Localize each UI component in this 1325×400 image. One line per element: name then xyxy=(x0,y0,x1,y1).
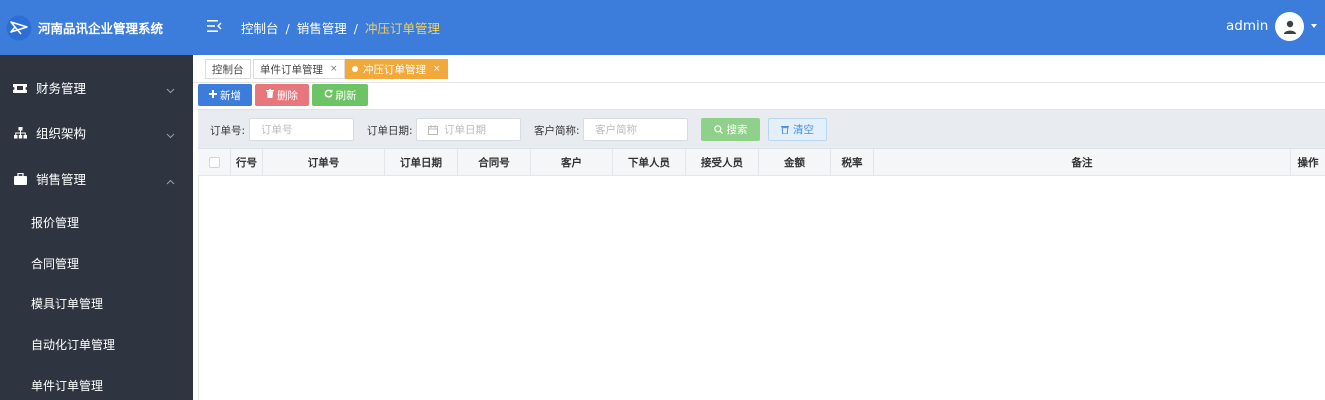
tab-label: 冲压订单管理 xyxy=(363,63,426,76)
caret-down-icon[interactable] xyxy=(1311,24,1317,28)
customer-label: 客户简称: xyxy=(534,125,580,137)
breadcrumb-separator: / xyxy=(353,21,358,36)
tab-dashboard[interactable]: 控制台 xyxy=(205,59,251,79)
tab-label: 单件订单管理 xyxy=(260,63,323,76)
chevron-down-icon xyxy=(166,82,175,97)
sidebar-subitem-single-order[interactable]: 单件订单管理 xyxy=(0,365,193,400)
refresh-icon xyxy=(324,89,333,101)
sidebar-item-sales[interactable]: 销售管理 xyxy=(0,156,193,201)
trash-icon xyxy=(781,125,789,134)
tabs-bar: 控制台 单件订单管理 × 冲压订单管理 × xyxy=(193,55,1325,83)
clear-button-label: 清空 xyxy=(793,124,814,136)
close-icon[interactable]: × xyxy=(433,64,441,74)
select-all-checkbox[interactable] xyxy=(208,157,220,168)
breadcrumb-separator: / xyxy=(285,21,290,36)
column-header-actions[interactable]: 操作 xyxy=(1291,149,1325,176)
top-header: 河南品讯企业管理系统 控制台 / 销售管理 / 冲压订单管理 admin xyxy=(0,0,1325,55)
order-no-placeholder: 订单号 xyxy=(261,124,293,136)
sidebar-item-label: 销售管理 xyxy=(36,172,87,187)
chevron-down-icon xyxy=(166,127,175,142)
sidebar-item-label: 组织架构 xyxy=(36,126,87,141)
sidebar-subitem-mold-order[interactable]: 模具订单管理 xyxy=(0,283,193,323)
table-header: 行号 订单号 订单日期 合同号 客户 下单人员 接受人员 金额 税率 备注 操作 xyxy=(198,149,1325,176)
order-date-label: 订单日期: xyxy=(367,125,413,137)
search-button-label: 搜索 xyxy=(726,124,748,136)
sidebar-item-finance[interactable]: 财务管理 xyxy=(0,65,193,110)
close-icon[interactable]: × xyxy=(330,64,338,74)
delete-button[interactable]: 删除 xyxy=(255,84,309,106)
plus-icon xyxy=(209,89,217,101)
add-button[interactable]: 新增 xyxy=(198,84,252,106)
customer-placeholder: 客户简称 xyxy=(595,124,637,136)
active-dot-icon xyxy=(352,66,358,72)
order-no-label: 订单号: xyxy=(210,125,246,137)
breadcrumb: 控制台 / 销售管理 / 冲压订单管理 xyxy=(241,18,440,37)
logo-icon xyxy=(5,14,33,42)
breadcrumb-item-dashboard[interactable]: 控制台 xyxy=(241,21,279,36)
column-header-order-person[interactable]: 下单人员 xyxy=(613,149,686,176)
briefcase-icon xyxy=(12,172,28,185)
breadcrumb-item-current: 冲压订单管理 xyxy=(364,21,440,36)
clear-button[interactable]: 清空 xyxy=(768,118,827,141)
customer-input[interactable]: 客户简称 xyxy=(583,118,688,141)
delete-button-label: 删除 xyxy=(277,89,298,102)
breadcrumb-item-sales[interactable]: 销售管理 xyxy=(297,21,347,36)
order-date-input[interactable]: 订单日期 xyxy=(416,118,521,141)
column-header-remark[interactable]: 备注 xyxy=(874,149,1291,176)
tab-single-order[interactable]: 单件订单管理 × xyxy=(253,59,345,79)
menu-toggle-icon[interactable] xyxy=(205,17,223,35)
sidebar-item-organization[interactable]: 组织架构 xyxy=(0,110,193,155)
trash-icon xyxy=(266,89,274,101)
refresh-button-label: 刷新 xyxy=(335,89,357,102)
avatar[interactable] xyxy=(1275,12,1304,41)
search-icon xyxy=(713,125,723,134)
sidebar-item-label: 财务管理 xyxy=(36,81,87,96)
column-header-amount[interactable]: 金额 xyxy=(759,149,831,176)
ticket-icon xyxy=(12,82,28,94)
column-header-contract-no[interactable]: 合同号 xyxy=(458,149,531,176)
search-button[interactable]: 搜索 xyxy=(701,118,760,141)
tab-label: 控制台 xyxy=(212,63,244,76)
refresh-button[interactable]: 刷新 xyxy=(312,84,368,106)
sitemap-icon xyxy=(12,126,28,139)
order-no-input[interactable]: 订单号 xyxy=(249,118,354,141)
order-date-placeholder: 订单日期 xyxy=(444,124,486,136)
column-header-customer[interactable]: 客户 xyxy=(531,149,613,176)
sidebar: 财务管理 组织架构 销售管理 报价管理 合同管理 模具订单管理 自动化订单管理 … xyxy=(0,55,193,400)
column-header-order-no[interactable]: 订单号 xyxy=(263,149,385,176)
column-header-row-no[interactable]: 行号 xyxy=(231,149,263,176)
search-panel: 订单号: 订单号 订单日期: 订单日期 客户简称: 客户简称 搜索 清空 xyxy=(198,109,1325,149)
sidebar-subitem-automation-order[interactable]: 自动化订单管理 xyxy=(0,324,193,364)
tab-stamping-order[interactable]: 冲压订单管理 × xyxy=(345,59,448,79)
sidebar-subitem-contract[interactable]: 合同管理 xyxy=(0,243,193,283)
app-logo[interactable]: 河南品讯企业管理系统 xyxy=(0,0,193,55)
sidebar-subitem-quote[interactable]: 报价管理 xyxy=(0,202,193,242)
table-body xyxy=(198,176,1325,400)
select-all-cell xyxy=(198,149,231,176)
calendar-icon xyxy=(428,124,438,135)
user-icon xyxy=(1283,20,1296,34)
app-title: 河南品讯企业管理系统 xyxy=(38,21,164,36)
column-header-order-date[interactable]: 订单日期 xyxy=(385,149,458,176)
user-name[interactable]: admin xyxy=(1226,18,1268,34)
chevron-up-icon xyxy=(166,173,175,188)
column-header-tax-rate[interactable]: 税率 xyxy=(831,149,874,176)
column-header-receiver[interactable]: 接受人员 xyxy=(686,149,759,176)
add-button-label: 新增 xyxy=(220,89,241,102)
